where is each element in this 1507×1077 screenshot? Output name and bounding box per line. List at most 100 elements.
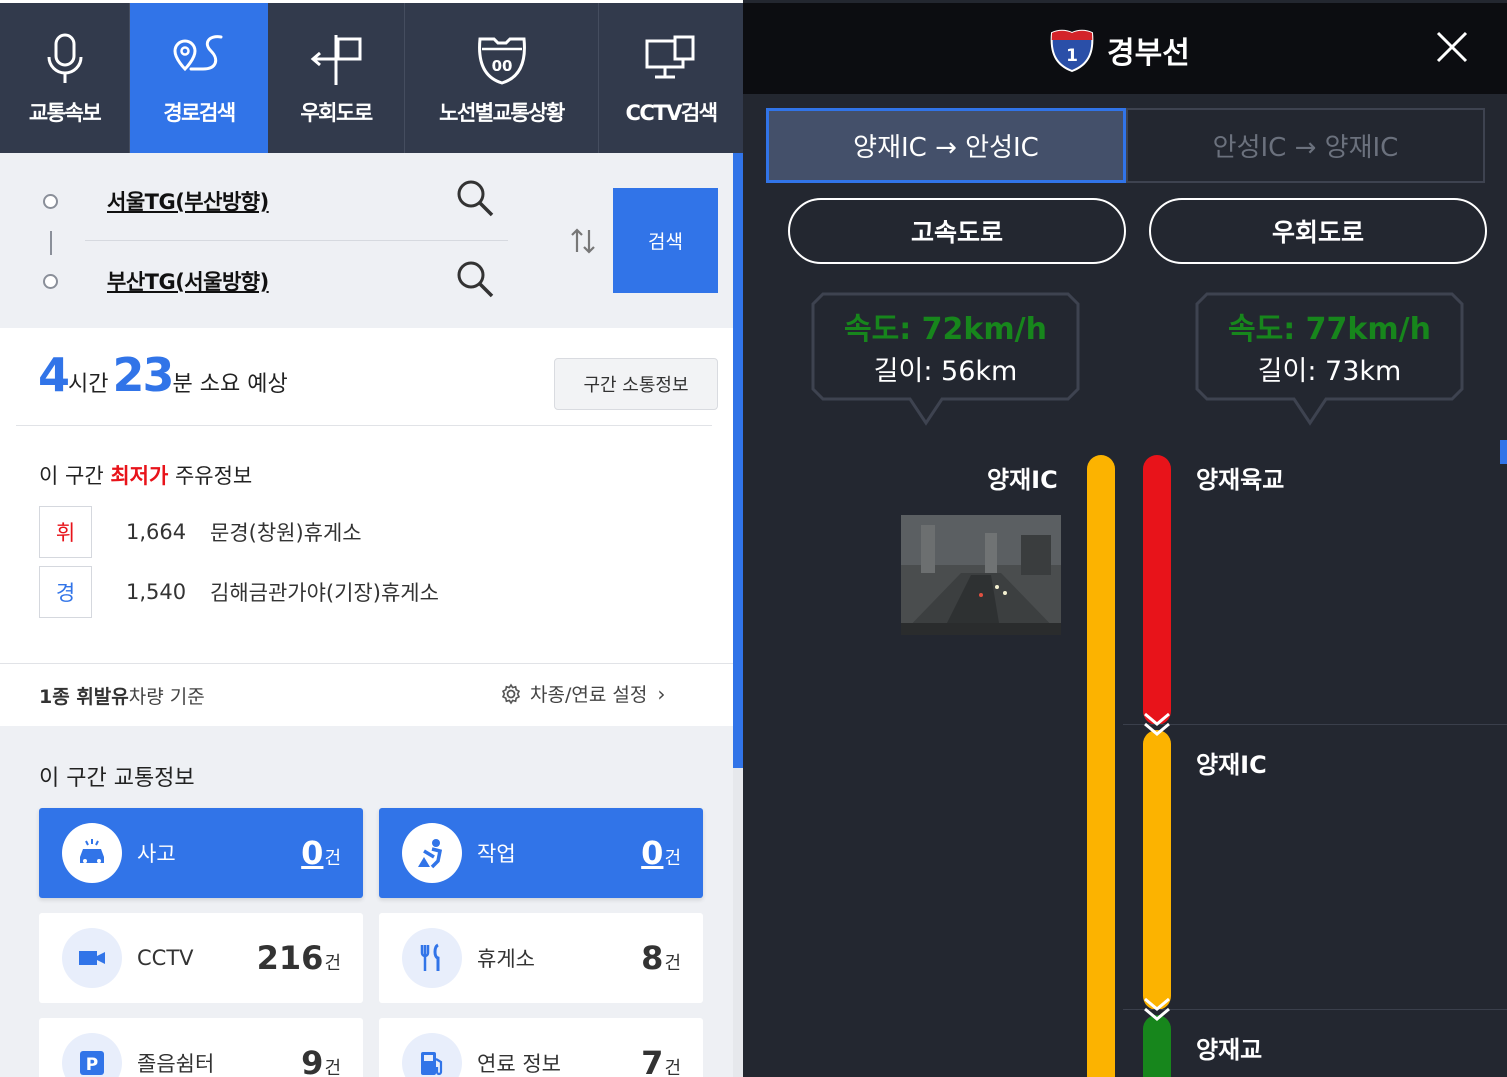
accident-car-icon (62, 823, 122, 883)
destination-field[interactable]: 부산TG(서울방향) (107, 266, 269, 296)
search-icon[interactable] (455, 178, 495, 218)
count-unit: 건 (664, 953, 681, 974)
highway-length: 길이: 56km (873, 356, 1018, 387)
card-label: 연료 정보 (477, 1052, 561, 1076)
divider (0, 663, 733, 664)
fuel-title-highlight: 최저가 (110, 464, 169, 488)
detour-speed: 속도: 77km/h (1228, 312, 1431, 347)
detour-length: 길이: 73km (1257, 356, 1402, 387)
rest-area-name: 문경(창원)휴게소 (210, 521, 362, 545)
card-label: CCTV (137, 946, 194, 970)
highway-start-label: 양재IC (987, 466, 1058, 494)
monitor-camera-icon (645, 35, 695, 79)
count-number: 0 (301, 834, 324, 872)
vehicle-fuel-setting-link[interactable]: 차종/연료 설정 › (500, 680, 665, 707)
rest-area-card[interactable]: 휴게소 8건 (379, 913, 703, 1003)
highway-shield-icon: 00 (477, 37, 526, 85)
card-count: 216 건 (257, 939, 341, 977)
card-count: 8건 (641, 939, 681, 977)
segment-divider (1123, 724, 1507, 725)
side-scroll-indicator (1500, 440, 1507, 464)
card-label: 작업 (477, 842, 516, 866)
rest-area-name: 김해금관가야(기장)휴게소 (210, 581, 439, 605)
detour-toggle-button[interactable]: 우회도로 (1149, 198, 1487, 264)
svg-text:00: 00 (491, 57, 512, 75)
fuel-row[interactable]: 휘 1,664 문경(창원)휴게소 (39, 506, 362, 558)
highway-stats-bubble: 속도: 72km/h 길이: 56km (811, 292, 1080, 426)
detour-stats-bubble: 속도: 77km/h 길이: 73km (1195, 292, 1464, 426)
chevron-right-icon: › (657, 681, 666, 706)
scrollbar-thumb[interactable] (733, 153, 743, 768)
nav-route-traffic[interactable]: 00 노선별교통상황 (405, 3, 599, 153)
nav-label: 경로검색 (163, 101, 236, 125)
route-search-panel: 교통속보 경로검색 우회도로 00 노선별교통상황 CCTV검색 서울TG(부산… (0, 0, 743, 1077)
fuel-pump-icon (402, 1033, 462, 1077)
detour-sign-icon (310, 35, 362, 85)
count-unit: 건 (324, 848, 341, 869)
segment-divider (1123, 1009, 1507, 1010)
top-navigation: 교통속보 경로검색 우회도로 00 노선별교통상황 CCTV검색 (0, 3, 743, 153)
nav-traffic-news[interactable]: 교통속보 (0, 3, 130, 153)
swap-arrows-icon[interactable] (568, 226, 598, 256)
highway-congestion-bar (1087, 455, 1115, 1077)
close-icon[interactable] (1435, 30, 1469, 64)
fuel-price: 1,664 (126, 520, 187, 544)
eta-hours: 4 (38, 348, 70, 402)
gear-icon (501, 682, 521, 705)
drowsy-shelter-card[interactable]: P 졸음쉼터 9건 (39, 1018, 363, 1077)
panel-title: 1 경부선 (1049, 27, 1190, 73)
detour-segment-bar (1143, 455, 1171, 725)
segment-label[interactable]: 양재육교 (1196, 460, 1284, 495)
card-count: 0건 (301, 834, 341, 872)
card-count: 9건 (301, 1044, 341, 1077)
segment-label[interactable]: 양재교 (1196, 1030, 1262, 1065)
cctv-thumbnail[interactable] (901, 515, 1061, 635)
microphone-icon (47, 33, 82, 83)
accident-card[interactable]: 사고 0건 (39, 808, 363, 898)
route-traffic-panel: 1 경부선 양재IC → 안성IC 안성IC → 양재IC 고속도로 우회도로 … (743, 0, 1507, 1077)
fuel-row[interactable]: 경 1,540 김해금관가야(기장)휴게소 (39, 566, 439, 618)
count-unit: 건 (324, 953, 341, 974)
search-button[interactable]: 검색 (613, 188, 718, 293)
count-unit: 건 (664, 848, 681, 869)
count-number: 216 (256, 939, 324, 977)
traffic-section-title: 이 구간 교통정보 (39, 766, 195, 791)
destination-dot-icon (43, 274, 58, 289)
count-number: 9 (301, 1044, 324, 1077)
origin-field[interactable]: 서울TG(부산방향) (107, 186, 269, 216)
nav-cctv-search[interactable]: CCTV검색 (599, 3, 743, 153)
fuel-title-suffix: 주유정보 (168, 464, 253, 488)
count-number: 8 (641, 939, 664, 977)
parking-icon: P (62, 1033, 122, 1077)
card-label: 졸음쉼터 (137, 1052, 215, 1076)
fuel-title-prefix: 이 구간 (39, 464, 111, 488)
nav-label: 노선별교통상황 (439, 101, 565, 125)
app-root: 교통속보 경로검색 우회도로 00 노선별교통상황 CCTV검색 서울TG(부산… (0, 0, 1507, 1077)
highway-toggle-button[interactable]: 고속도로 (788, 198, 1126, 264)
card-count: 7건 (641, 1044, 681, 1077)
search-icon[interactable] (455, 259, 495, 299)
cctv-card[interactable]: CCTV 216 건 (39, 913, 363, 1003)
section-traffic-button[interactable]: 구간 소통정보 (554, 358, 718, 410)
fork-knife-icon (402, 928, 462, 988)
eta-minutes-unit: 분 소요 예상 (172, 372, 288, 397)
vehicle-basis: 1종 휘발유차량 기준 (39, 682, 205, 709)
tab-direction-forward[interactable]: 양재IC → 안성IC (766, 108, 1126, 183)
nav-detour[interactable]: 우회도로 (268, 3, 405, 153)
roadwork-card[interactable]: 작업 0건 (379, 808, 703, 898)
divider (16, 425, 712, 426)
chevron-down-icon (1144, 997, 1170, 1021)
card-label: 사고 (137, 842, 176, 866)
count-number: 7 (641, 1044, 664, 1077)
gasoline-badge: 휘 (39, 506, 92, 558)
nav-label: 우회도로 (300, 101, 373, 125)
segment-label[interactable]: 양재IC (1196, 745, 1267, 780)
cctv-image (901, 515, 1061, 635)
origin-dot-icon (43, 194, 58, 209)
tab-direction-reverse[interactable]: 안성IC → 양재IC (1126, 108, 1485, 183)
fuel-info-card[interactable]: 연료 정보 7건 (379, 1018, 703, 1077)
nav-route-search[interactable]: 경로검색 (130, 3, 268, 153)
route-pin-icon (173, 35, 223, 72)
input-divider (85, 240, 508, 241)
chevron-down-icon (1144, 712, 1170, 736)
